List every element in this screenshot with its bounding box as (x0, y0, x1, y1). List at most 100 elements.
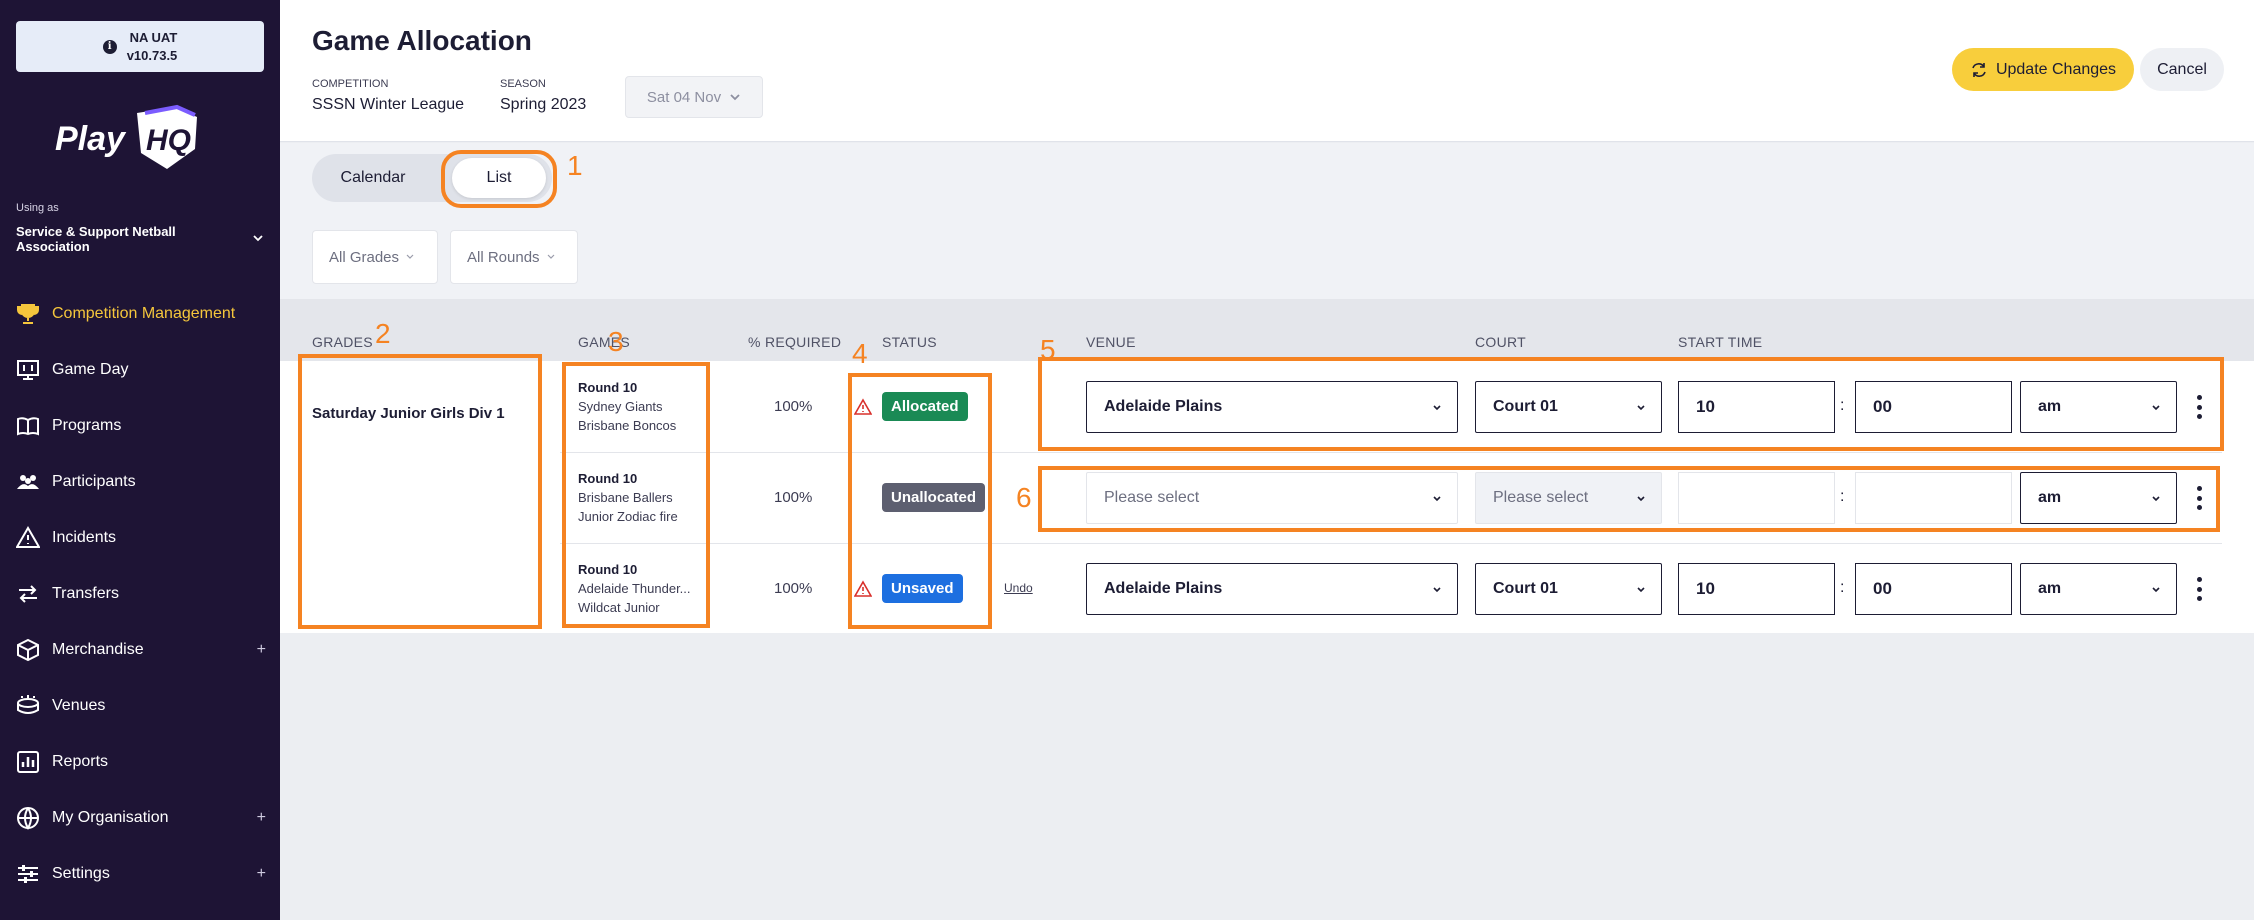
transfer-icon (19, 585, 37, 603)
rounds-filter-label: All Rounds (467, 248, 540, 266)
update-changes-label: Update Changes (1995, 60, 2117, 78)
cancel-button[interactable]: Cancel (2140, 48, 2224, 91)
sidebar-item-venues[interactable]: Venues (0, 678, 280, 734)
expand-icon[interactable]: + (257, 865, 266, 883)
environment-badge: i NA UAT v10.73.5 (16, 21, 264, 72)
globe-icon (17, 807, 39, 830)
sidebar-item-game-day[interactable]: Game Day (0, 342, 280, 398)
sidebar-item-settings[interactable]: Settings + (0, 846, 280, 902)
expand-icon[interactable]: + (257, 641, 266, 659)
season-value: Spring 2023 (500, 96, 587, 113)
sidebar-item-label: Venues (52, 697, 106, 714)
season-label: SEASON (500, 78, 546, 90)
court-select[interactable]: Court 01 (1475, 563, 1662, 615)
venue-select-value: Adelaide Plains (1104, 580, 1223, 597)
sidebar-item-programs[interactable]: Programs (0, 398, 280, 454)
competition-label: COMPETITION (312, 78, 389, 90)
update-changes-button[interactable]: Update Changes (1952, 48, 2134, 91)
chevron-down-icon (1637, 587, 1645, 593)
column-header-status: STATUS (882, 334, 937, 350)
svg-text:HQ: HQ (146, 124, 191, 157)
sidebar-item-incidents[interactable]: Incidents (0, 510, 280, 566)
annotation-box-5 (1038, 357, 2224, 451)
chevron-down-icon (730, 94, 740, 101)
chevron-down-icon (406, 254, 414, 259)
row-divider (560, 543, 2222, 544)
expand-icon[interactable]: + (257, 809, 266, 827)
rounds-filter[interactable]: All Rounds (450, 230, 578, 284)
sidebar-item-label: Transfers (52, 585, 119, 602)
annotation-box-1 (441, 150, 557, 208)
column-header-grades: GRADES (312, 334, 373, 350)
table-header (280, 299, 2254, 361)
annotation-number-1: 1 (567, 150, 583, 181)
annotation-number-4: 4 (852, 338, 868, 369)
annotation-box-4 (848, 373, 992, 629)
sidebar-nav: Competition Management Game Day Programs… (0, 286, 280, 902)
sidebar-item-label: Merchandise (52, 641, 144, 658)
required-percent: 100% (774, 398, 813, 415)
date-selector-label: Sat 04 Nov (646, 88, 722, 106)
refresh-icon (1972, 62, 1986, 77)
sidebar-item-label: My Organisation (52, 809, 169, 826)
sliders-icon (18, 865, 38, 883)
calendar-view-tab[interactable]: Calendar (318, 158, 428, 198)
organisation-switcher[interactable]: Service & Support Netball Association (16, 224, 246, 254)
annotation-number-2: 2 (375, 318, 391, 349)
box-icon (17, 638, 39, 662)
playhq-logo: Play HQ (55, 104, 197, 169)
annotation-number-3: 3 (608, 326, 624, 357)
page-title: Game Allocation (312, 25, 532, 56)
chevron-down-icon (2152, 587, 2160, 593)
sidebar-item-label: Competition Management (52, 305, 236, 322)
column-header-required: % REQUIRED (748, 334, 842, 350)
using-as-label: Using as (16, 202, 59, 214)
sidebar-item-competition-management[interactable]: Competition Management (0, 286, 280, 342)
row-divider (560, 452, 2222, 453)
undo-link[interactable]: Undo (1004, 581, 1033, 595)
stadium-icon (17, 695, 39, 714)
annotation-box-2 (298, 354, 542, 629)
sidebar-item-label: Incidents (52, 529, 117, 546)
court-select-value: Court 01 (1493, 580, 1558, 597)
time-separator: : (1840, 579, 1845, 596)
competition-value: SSSN Winter League (312, 96, 465, 113)
sidebar-item-transfers[interactable]: Transfers (0, 566, 280, 622)
date-selector[interactable]: Sat 04 Nov (625, 76, 763, 118)
annotation-box-6 (1038, 466, 2220, 532)
environment-name: NA UAT (129, 29, 178, 45)
column-header-venue: VENUE (1086, 334, 1136, 350)
sidebar-item-merchandise[interactable]: Merchandise + (0, 622, 280, 678)
warning-icon (16, 526, 40, 548)
ampm-select-value: am (2038, 580, 2062, 597)
scoreboard-icon (17, 360, 39, 380)
people-icon (17, 475, 39, 489)
sidebar-item-my-organisation[interactable]: My Organisation + (0, 790, 280, 846)
sidebar-item-label: Settings (52, 865, 110, 882)
sidebar-item-label: Game Day (52, 361, 129, 378)
venue-select[interactable]: Adelaide Plains (1086, 563, 1458, 615)
sidebar: i NA UAT v10.73.5 Play HQ Using as Servi… (0, 0, 280, 920)
sidebar-item-label: Participants (52, 473, 136, 490)
column-header-court: COURT (1475, 334, 1527, 350)
annotation-number-5: 5 (1040, 334, 1056, 365)
annotation-box-3 (562, 362, 710, 628)
sidebar-item-participants[interactable]: Participants (0, 454, 280, 510)
page-header: Game Allocation COMPETITION SSSN Winter … (280, 0, 2254, 142)
grades-filter-label: All Grades (329, 248, 400, 266)
annotation-number-6: 6 (1016, 482, 1032, 513)
grades-filter[interactable]: All Grades (312, 230, 438, 284)
report-icon (17, 751, 39, 773)
trophy-icon (17, 304, 39, 324)
start-minute-input[interactable]: 00 (1855, 563, 2012, 615)
ampm-select[interactable]: am (2020, 563, 2177, 615)
info-icon: i (102, 39, 117, 54)
chevron-down-icon[interactable] (252, 232, 264, 244)
chevron-down-icon (1433, 587, 1441, 593)
start-hour-input[interactable]: 10 (1678, 563, 1835, 615)
required-percent: 100% (774, 489, 813, 506)
environment-version: v10.73.5 (126, 47, 178, 63)
sidebar-item-label: Reports (52, 753, 109, 770)
sidebar-item-reports[interactable]: Reports (0, 734, 280, 790)
row-actions-icon[interactable] (2192, 574, 2206, 604)
